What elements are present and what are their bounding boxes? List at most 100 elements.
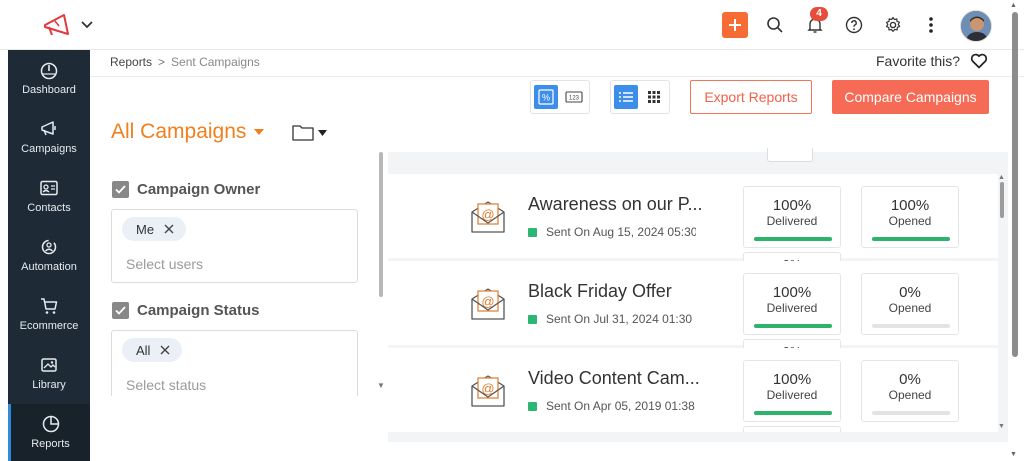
- delivered-percent: 100%: [772, 284, 812, 301]
- filter-scroll-down-icon[interactable]: ▼: [377, 381, 385, 390]
- delivered-progress-fill: [754, 324, 832, 328]
- sent-date-text: Sent On Apr 05, 2019 01:38: [546, 399, 695, 413]
- grid-icon: [648, 91, 660, 103]
- breadcrumb: Reports > Sent Campaigns: [110, 55, 260, 69]
- percent-view-button[interactable]: %: [534, 85, 558, 109]
- opened-label: Opened: [888, 214, 932, 228]
- delivered-stat-card[interactable]: 100% Delivered: [743, 186, 841, 248]
- campaign-row[interactable]: @ Video Content Cam... Sent On Apr 05, 201…: [388, 348, 998, 432]
- campaign-sent-date: Sent On Apr 05, 2019 01:38: [528, 399, 696, 413]
- sidebar-item-ecommerce[interactable]: Ecommerce: [8, 286, 90, 345]
- opened-percent: 0%: [899, 284, 921, 301]
- delivered-label: Delivered: [766, 301, 818, 315]
- layout-toggle: [610, 80, 670, 114]
- campaign-row[interactable]: @ Black Friday Offer Sent On Jul 31, 2024 …: [388, 261, 998, 359]
- list-scroll-down-icon[interactable]: ▼: [998, 423, 1005, 430]
- export-reports-button[interactable]: Export Reports: [690, 80, 812, 114]
- delivered-percent: 100%: [772, 197, 812, 214]
- opened-label: Opened: [888, 388, 932, 402]
- value-format-toggle: % 123: [530, 80, 590, 114]
- megaphone-icon: [41, 121, 56, 136]
- sidebar-item-contacts[interactable]: Contacts: [8, 168, 90, 227]
- sent-date-text: Sent On Aug 15, 2024 05:30: [546, 225, 696, 239]
- status-dot-icon: [528, 314, 537, 324]
- sidebar-item-dashboard[interactable]: Dashboard: [8, 50, 90, 109]
- delivered-progress-bar: [754, 324, 832, 328]
- folder-selector[interactable]: [292, 124, 327, 141]
- view-selector[interactable]: All Campaigns: [111, 120, 265, 144]
- number-view-button[interactable]: 123: [562, 85, 586, 109]
- breadcrumb-separator: >: [158, 55, 166, 69]
- svg-text:%: %: [542, 93, 550, 103]
- filter-status-header[interactable]: Campaign Status: [112, 302, 260, 319]
- filter-scrollbar[interactable]: [379, 152, 383, 297]
- email-envelope-icon: @: [468, 370, 508, 410]
- view-title: All Campaigns: [111, 120, 247, 143]
- close-icon[interactable]: [160, 345, 170, 355]
- sidebar-item-campaigns[interactable]: Campaigns: [8, 109, 90, 168]
- list-scrollbar[interactable]: [1000, 182, 1004, 218]
- heart-icon[interactable]: [970, 53, 988, 69]
- filter-panel: Campaign Owner Me Select users Campaign …: [90, 152, 388, 396]
- sidebar: Dashboard Campaigns Contacts Automation …: [8, 50, 90, 461]
- opened-progress-bar: [872, 324, 950, 328]
- list-scroll-up-icon[interactable]: ▲: [998, 174, 1005, 181]
- checkbox-checked-icon[interactable]: [112, 302, 129, 319]
- plus-button[interactable]: [722, 12, 748, 38]
- delivered-progress-bar: [754, 411, 832, 415]
- sidebar-item-label: Contacts: [27, 202, 71, 214]
- page-scroll-up-icon[interactable]: ▲: [1010, 2, 1017, 9]
- top-bar: 4: [0, 0, 1024, 50]
- settings-button[interactable]: [880, 12, 906, 38]
- delivered-label: Delivered: [766, 214, 818, 228]
- status-select-field[interactable]: All Select status: [111, 330, 358, 396]
- opened-percent: 0%: [899, 371, 921, 388]
- search-button[interactable]: [762, 12, 788, 38]
- delivered-percent: 100%: [772, 371, 812, 388]
- megaphone-logo-icon[interactable]: [42, 12, 72, 38]
- owner-select-field[interactable]: Me Select users: [111, 209, 358, 283]
- status-select-placeholder: Select status: [126, 377, 207, 393]
- delivered-stat-card[interactable]: 100% Delivered: [743, 360, 841, 422]
- chevron-down-icon[interactable]: [80, 18, 94, 32]
- delivered-label: Delivered: [766, 388, 818, 402]
- gear-icon: [885, 16, 901, 32]
- sidebar-item-label: Reports: [31, 438, 70, 450]
- page-scroll-down-icon[interactable]: ▼: [1010, 451, 1017, 458]
- sidebar-item-reports[interactable]: Reports: [8, 404, 90, 461]
- favorite-toggle[interactable]: Favorite this?: [876, 53, 988, 69]
- filter-owner-header[interactable]: Campaign Owner: [112, 181, 260, 198]
- automation-icon: [41, 239, 57, 255]
- campaign-title[interactable]: Video Content Cam...: [528, 368, 700, 389]
- page-scrollbar[interactable]: [1012, 12, 1018, 357]
- cart-icon: [41, 298, 58, 314]
- owner-select-placeholder: Select users: [126, 256, 204, 272]
- opened-stat-card[interactable]: 0% Opened: [861, 360, 959, 422]
- campaign-title[interactable]: Awareness on our P...: [528, 194, 702, 215]
- campaign-row[interactable]: @ Awareness on our P... Sent On Aug 15, 20…: [388, 174, 998, 272]
- more-options-button[interactable]: [918, 12, 944, 38]
- next-stat-peek: [743, 426, 841, 432]
- breadcrumb-current: Sent Campaigns: [171, 55, 260, 69]
- checkbox-checked-icon[interactable]: [112, 181, 129, 198]
- caret-down-icon: [254, 129, 265, 135]
- sidebar-item-library[interactable]: Library: [8, 345, 90, 404]
- compare-campaigns-button[interactable]: Compare Campaigns: [832, 80, 989, 114]
- list-view-button[interactable]: [614, 85, 638, 109]
- number-icon: 123: [565, 91, 583, 103]
- email-envelope-icon: @: [468, 196, 508, 236]
- breadcrumb-parent-link[interactable]: Reports: [110, 55, 152, 69]
- delivered-stat-card[interactable]: 100% Delivered: [743, 273, 841, 335]
- pie-chart-icon: [42, 415, 59, 433]
- opened-progress-fill: [872, 237, 950, 241]
- delivered-progress-fill: [754, 237, 832, 241]
- help-button[interactable]: [841, 12, 867, 38]
- user-avatar[interactable]: [960, 10, 992, 42]
- opened-stat-card[interactable]: 0% Opened: [861, 273, 959, 335]
- close-icon[interactable]: [164, 224, 174, 234]
- campaign-title[interactable]: Black Friday Offer: [528, 281, 672, 302]
- image-library-icon: [41, 358, 57, 372]
- sidebar-item-automation[interactable]: Automation: [8, 227, 90, 286]
- opened-stat-card[interactable]: 100% Opened: [861, 186, 959, 248]
- grid-view-button[interactable]: [642, 85, 666, 109]
